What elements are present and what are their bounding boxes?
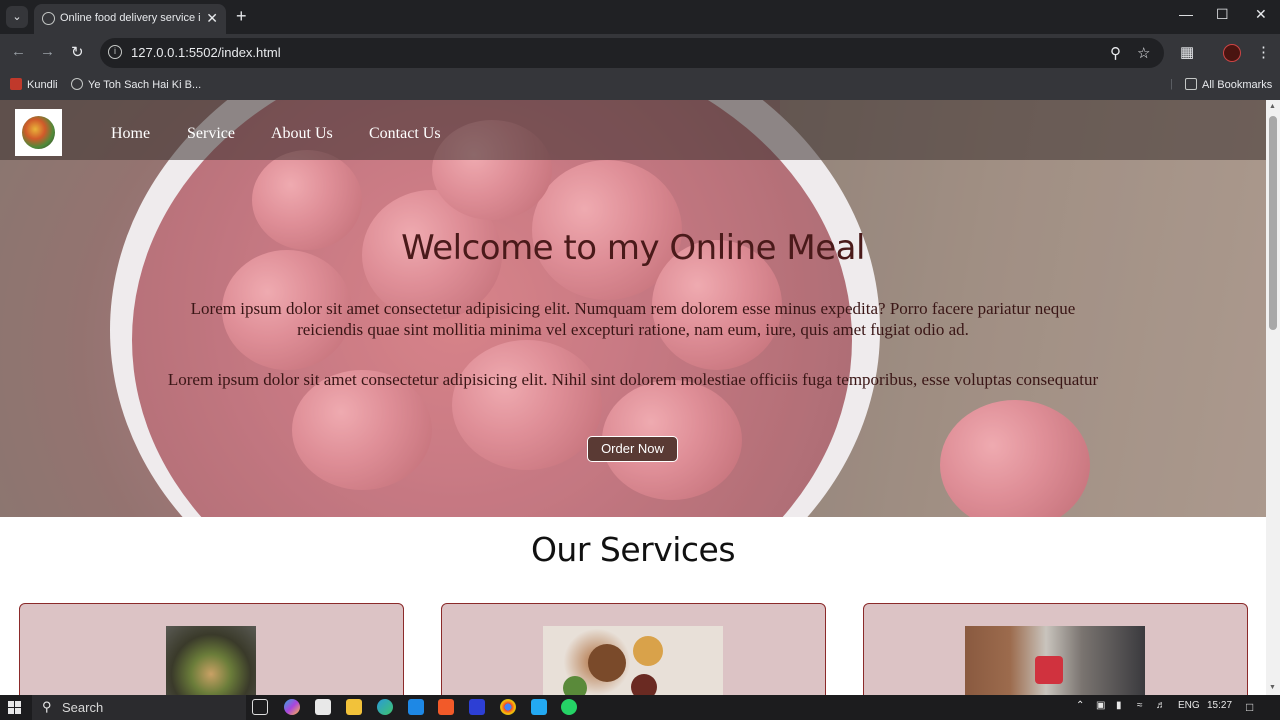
task-view-icon[interactable] [252,699,268,715]
volume-icon[interactable]: ♬ [1156,700,1166,711]
order-now-button[interactable]: Order Now [587,436,678,462]
close-window-button[interactable]: ✕ [1255,6,1267,23]
pizza-image [166,626,256,695]
mail-icon[interactable] [408,699,424,715]
taskbar-search[interactable]: ⚲ Search [32,695,246,720]
nav-about-us[interactable]: About Us [271,125,333,143]
browser-toolbar: ← → ↻ i 127.0.0.1:5502/index.html ⚲ ☆ ▦ … [0,34,1280,72]
services-heading: Our Services [530,530,736,569]
all-bookmarks[interactable]: All Bookmarks [1185,78,1272,91]
service-card-1 [19,603,404,695]
vscode-icon[interactable] [531,699,547,715]
extensions-icon[interactable]: ▦ [1180,43,1194,61]
kundli-icon [10,78,22,90]
service-card-2 [441,603,826,695]
globe-icon [42,12,55,25]
page-scrollbar[interactable]: ▲ ▼ [1266,100,1280,695]
menu-icon[interactable]: ⋮ [1256,43,1271,61]
hero-paragraph-2: Lorem ipsum dolor sit amet consectetur a… [167,370,1099,389]
clock[interactable]: 15:27 [1207,700,1232,711]
delivery-street-image [965,626,1145,695]
web-page: Home Service About Us Contact Us Welcome… [0,100,1266,695]
profile-avatar[interactable] [1223,44,1241,62]
folder-icon [1185,78,1197,90]
widgets-icon[interactable] [315,699,331,715]
active-tab[interactable]: Online food delivery service in ✕ [34,4,226,34]
new-tab-button[interactable]: + [236,6,247,27]
wifi-icon[interactable]: ≈ [1137,700,1143,711]
windows-taskbar: ⚲ Search ⌃ ▣ ▮ ≈ ♬ ENG 15:27 □ [0,695,1280,720]
minimize-button[interactable]: — [1179,6,1193,22]
bookmark-kundli[interactable]: Kundli [10,78,58,91]
battery-icon[interactable]: ▣ [1096,700,1105,711]
delivery-rider-image [1035,656,1063,684]
close-tab-icon[interactable]: ✕ [206,10,218,27]
whatsapp-icon[interactable] [561,699,577,715]
zoom-icon[interactable]: ⚲ [1110,44,1121,62]
service-card-3 [863,603,1248,695]
globe-icon [71,78,83,90]
notifications-icon[interactable]: □ [1246,700,1253,714]
copilot-icon[interactable] [284,699,300,715]
windows-start-icon[interactable] [8,701,21,714]
hero-title: Welcome to my Online Meal [401,228,865,268]
brave-icon[interactable] [438,699,454,715]
forward-arrow-icon[interactable]: → [40,43,55,60]
bookmark-ye-toh-sach[interactable]: Ye Toh Sach Hai Ki B... [71,78,201,91]
search-icon: ⚲ [42,699,52,714]
search-label: Search [62,700,104,715]
reload-icon[interactable]: ↻ [71,43,84,61]
zoom-app-icon[interactable] [469,699,485,715]
scroll-down-icon[interactable]: ▼ [1269,684,1276,691]
bookmark-star-icon[interactable]: ☆ [1137,44,1150,62]
site-navbar: Home Service About Us Contact Us [0,100,1266,160]
nav-home[interactable]: Home [111,125,150,143]
scrollbar-thumb[interactable] [1269,116,1277,330]
url-text[interactable]: 127.0.0.1:5502/index.html [131,45,281,60]
browser-tab-strip: ⌄ Online food delivery service in ✕ + — … [0,0,1280,34]
food-plate-logo-icon [22,116,55,149]
nav-contact-us[interactable]: Contact Us [369,125,441,143]
mic-icon[interactable]: ▮ [1116,700,1122,711]
language-indicator[interactable]: ENG [1178,700,1200,711]
back-arrow-icon[interactable]: ← [11,43,26,60]
edge-icon[interactable] [377,699,393,715]
maximize-button[interactable]: ☐ [1216,6,1229,23]
hero-section: Home Service About Us Contact Us Welcome… [0,100,1266,517]
site-logo[interactable] [15,109,62,156]
tab-search-button[interactable]: ⌄ [6,6,28,28]
tray-chevron-icon[interactable]: ⌃ [1076,700,1084,711]
address-bar[interactable]: i 127.0.0.1:5502/index.html ⚲ ☆ [100,38,1164,68]
hero-paragraph-1: Lorem ipsum dolor sit amet consectetur a… [190,299,1076,339]
site-info-icon[interactable]: i [108,45,122,59]
food-bowls-image [543,626,723,695]
file-explorer-icon[interactable] [346,699,362,715]
tab-title: Online food delivery service in [60,12,200,24]
bookmarks-bar: Kundli Ye Toh Sach Hai Ki B... | All Boo… [0,72,1280,100]
scroll-up-icon[interactable]: ▲ [1269,103,1276,110]
nav-service[interactable]: Service [187,125,235,143]
bookmarks-divider: | [1170,78,1173,90]
chrome-icon[interactable] [500,699,516,715]
